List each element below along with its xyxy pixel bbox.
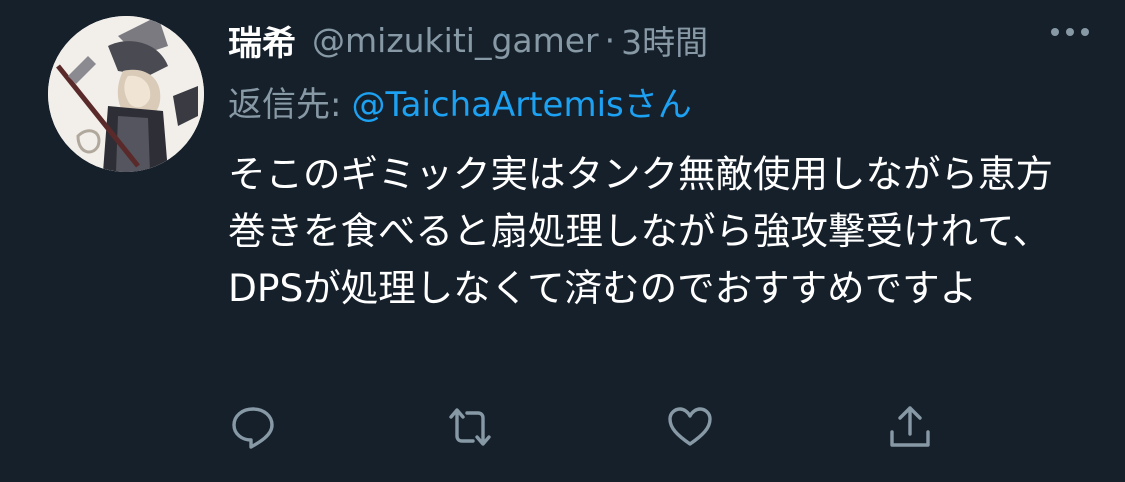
reply-to-link[interactable]: @TaichaArtemisさん xyxy=(351,77,691,126)
heart-icon xyxy=(668,407,712,446)
like-button[interactable] xyxy=(667,404,713,450)
display-name[interactable]: 瑞希 xyxy=(228,16,296,65)
retweet-icon xyxy=(449,408,491,446)
retweet-button[interactable] xyxy=(447,404,493,450)
more-dot xyxy=(1051,28,1059,36)
share-button[interactable] xyxy=(887,404,933,450)
tweet-text: そこのギミック実はタンク無敵使用しながら恵方巻きを食べると扇処理しながら強攻撃受… xyxy=(228,152,1053,310)
user-handle[interactable]: @mizukiti_gamer xyxy=(312,21,599,60)
timestamp[interactable]: 3時間 xyxy=(621,16,708,64)
avatar[interactable] xyxy=(48,16,204,172)
reply-context: 返信先: @TaichaArtemisさん xyxy=(228,76,692,126)
separator-dot: · xyxy=(604,20,616,60)
reply-button[interactable] xyxy=(230,404,276,450)
more-dot xyxy=(1081,28,1089,36)
more-horizontal-icon[interactable] xyxy=(1051,28,1089,36)
reply-icon xyxy=(232,407,274,449)
reply-prefix: 返信先: xyxy=(228,84,342,125)
tweet-header: 瑞希 @mizukiti_gamer · 3時間 xyxy=(228,12,708,68)
avatar-illustration xyxy=(48,16,204,172)
action-bar xyxy=(230,404,950,450)
share-icon xyxy=(890,406,930,447)
more-dot xyxy=(1066,28,1074,36)
